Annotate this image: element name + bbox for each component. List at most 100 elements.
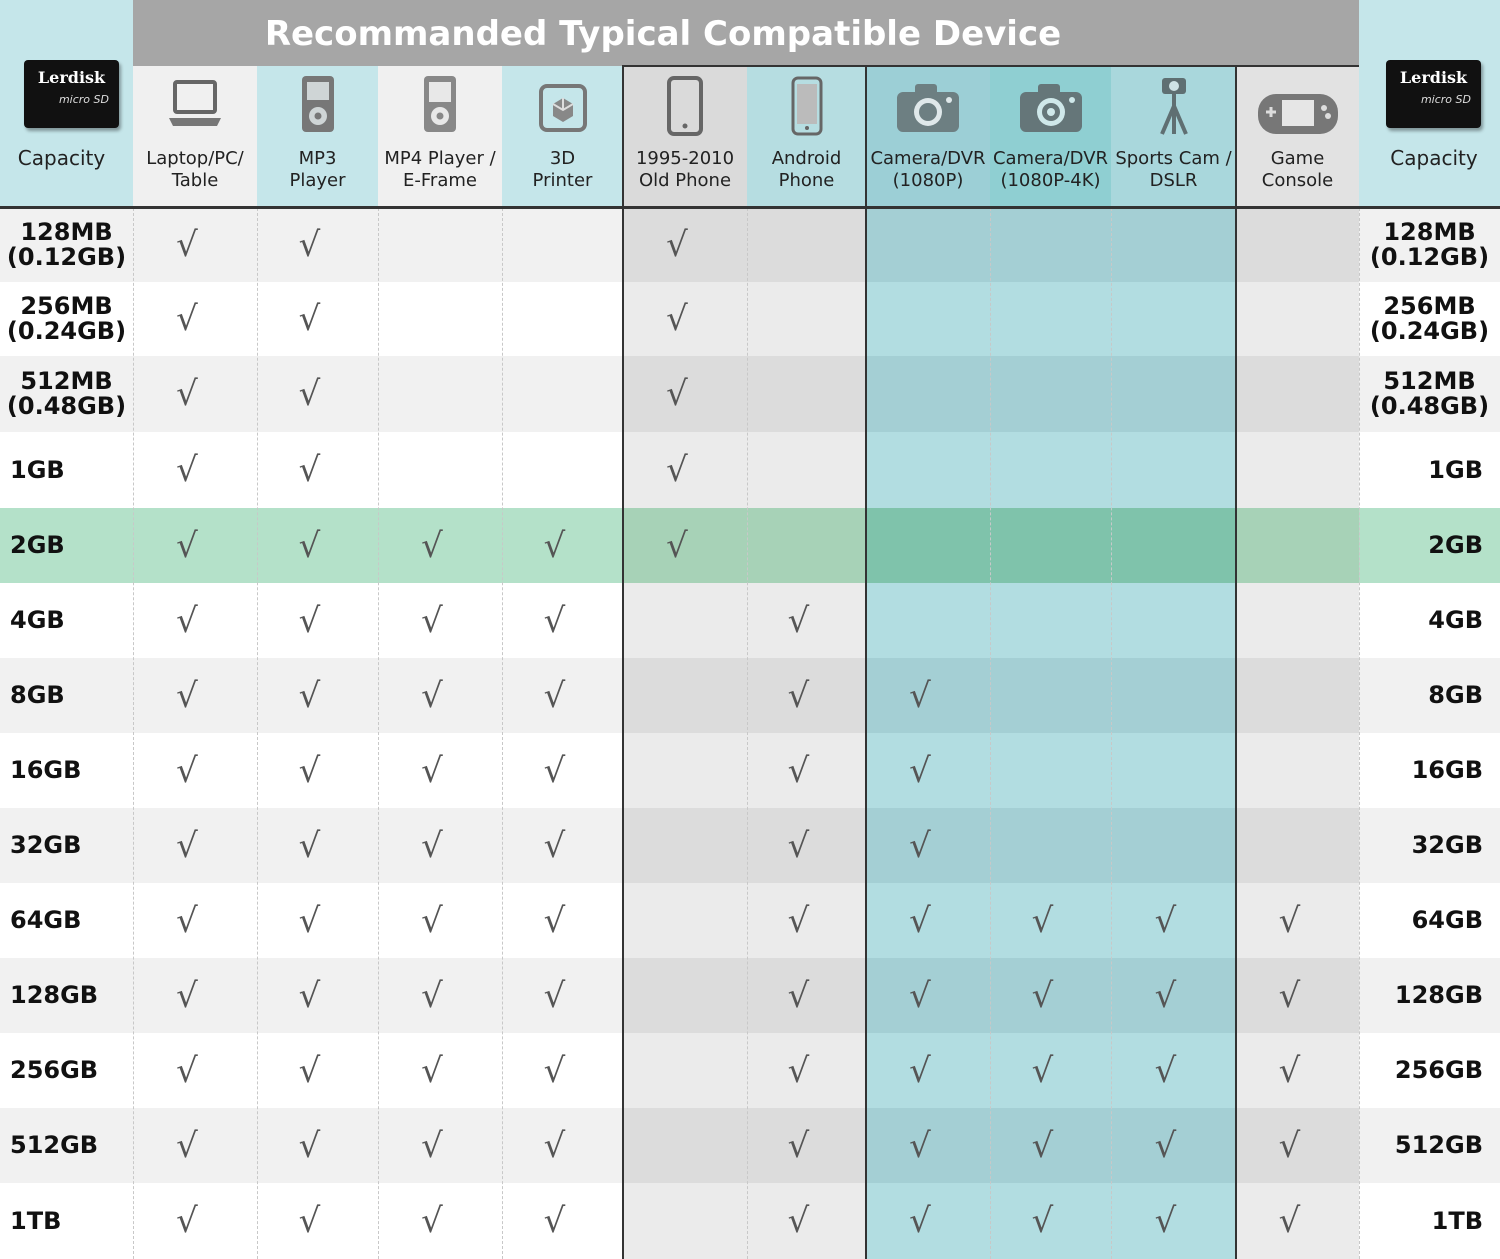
check-mark: √ bbox=[421, 975, 443, 1016]
capacity-label-left: 256GB bbox=[10, 1056, 99, 1084]
capacity-label-right: 2GB bbox=[1428, 531, 1483, 559]
check-mark: √ bbox=[421, 1125, 443, 1166]
micro-sd-mark: micro SD bbox=[58, 93, 109, 106]
check-mark: √ bbox=[176, 1050, 198, 1091]
table-cell bbox=[990, 808, 1111, 883]
check-mark: √ bbox=[1031, 1050, 1054, 1091]
table-cell bbox=[747, 282, 866, 356]
3d-printer-icon bbox=[502, 80, 623, 144]
table-cell bbox=[623, 1183, 747, 1259]
check-mark: √ bbox=[909, 825, 931, 866]
check-mark: √ bbox=[298, 374, 321, 414]
capacity-label-right: 256GB bbox=[1394, 1056, 1483, 1084]
capacity-label-right: 128GB bbox=[1394, 981, 1483, 1009]
capacity-label-right: 512MB (0.48GB) bbox=[1369, 367, 1490, 420]
device-label: 3D Printer bbox=[532, 148, 593, 191]
table-cell bbox=[990, 356, 1111, 432]
device-label: Sports Cam / DSLR bbox=[1115, 148, 1232, 191]
table-cell bbox=[990, 583, 1111, 658]
check-mark: √ bbox=[1031, 1125, 1054, 1166]
table-cell bbox=[1111, 208, 1236, 282]
table-cell bbox=[623, 883, 747, 958]
capacity-label-left: 512MB (0.48GB) bbox=[6, 367, 127, 420]
check-mark: √ bbox=[1154, 1201, 1177, 1241]
check-mark: √ bbox=[1278, 975, 1301, 1016]
check-mark: √ bbox=[787, 975, 810, 1016]
check-mark: √ bbox=[787, 675, 810, 716]
check-mark: √ bbox=[543, 750, 566, 791]
table-cell bbox=[990, 733, 1111, 808]
check-mark: √ bbox=[666, 225, 688, 265]
device-label: Game Console bbox=[1261, 148, 1334, 191]
capacity-header-left: Capacity bbox=[17, 146, 106, 170]
check-mark: √ bbox=[298, 1125, 321, 1166]
capacity-label-left: 1GB bbox=[10, 455, 65, 484]
check-mark: √ bbox=[1154, 975, 1177, 1016]
brand-text: Lerdisk bbox=[37, 68, 106, 87]
check-mark: √ bbox=[176, 825, 198, 866]
capacity-label-right: 1TB bbox=[1431, 1206, 1483, 1235]
check-mark: √ bbox=[176, 600, 198, 641]
device-label: 1995-2010 Old Phone bbox=[635, 148, 735, 191]
column-divider bbox=[257, 208, 258, 1259]
table-cell bbox=[1236, 808, 1359, 883]
column-divider bbox=[133, 208, 134, 1259]
check-mark: √ bbox=[909, 975, 931, 1016]
table-cell bbox=[1111, 432, 1236, 508]
table-cell bbox=[990, 432, 1111, 508]
check-mark: √ bbox=[421, 675, 443, 716]
check-mark: √ bbox=[298, 600, 321, 641]
game-console-icon bbox=[1236, 90, 1359, 154]
table-cell bbox=[990, 208, 1111, 282]
check-mark: √ bbox=[176, 900, 198, 941]
sd-card-logo-right: Lerdisk micro SD bbox=[1386, 60, 1481, 128]
laptop-icon bbox=[133, 74, 257, 138]
check-mark: √ bbox=[421, 750, 443, 791]
check-mark: √ bbox=[421, 825, 443, 866]
capacity-label-left: 16GB bbox=[10, 756, 82, 784]
check-mark: √ bbox=[176, 975, 198, 1016]
check-mark: √ bbox=[666, 374, 688, 414]
table-cell bbox=[623, 658, 747, 733]
capacity-label-right: 16GB bbox=[1411, 756, 1483, 784]
capacity-label-right: 128MB (0.12GB) bbox=[1369, 218, 1490, 271]
check-mark: √ bbox=[1278, 1201, 1301, 1241]
column-divider bbox=[502, 208, 503, 1259]
capacity-label-left: 256MB (0.24GB) bbox=[6, 292, 127, 345]
check-mark: √ bbox=[909, 675, 931, 716]
check-mark: √ bbox=[1031, 975, 1054, 1016]
table-cell bbox=[1236, 508, 1359, 583]
check-mark: √ bbox=[1278, 1050, 1301, 1091]
table-cell bbox=[623, 583, 747, 658]
compatibility-chart: Recommanded Typical Compatible Device Ler… bbox=[0, 0, 1500, 1259]
table-cell bbox=[1111, 733, 1236, 808]
check-mark: √ bbox=[787, 1125, 810, 1166]
table-cell bbox=[1236, 432, 1359, 508]
table-cell bbox=[866, 282, 990, 356]
table-cell bbox=[623, 1033, 747, 1108]
capacity-label-left: 2GB bbox=[10, 531, 65, 559]
check-mark: √ bbox=[1031, 900, 1054, 941]
device-label: MP4 Player / E-Frame bbox=[384, 148, 496, 191]
capacity-label-right: 256MB (0.24GB) bbox=[1369, 292, 1490, 345]
table-cell bbox=[1111, 658, 1236, 733]
banner-title: Recommanded Typical Compatible Device bbox=[264, 14, 1062, 54]
group-divider bbox=[865, 66, 867, 1259]
check-mark: √ bbox=[298, 675, 321, 716]
mp4-player-icon bbox=[378, 74, 502, 138]
old-phone-icon bbox=[623, 76, 747, 140]
table-cell bbox=[747, 356, 866, 432]
check-mark: √ bbox=[909, 900, 931, 941]
table-cell bbox=[378, 282, 502, 356]
check-mark: √ bbox=[909, 750, 931, 791]
capacity-label-left: 1TB bbox=[10, 1206, 62, 1235]
check-mark: √ bbox=[298, 525, 321, 566]
table-cell bbox=[502, 356, 623, 432]
group-divider bbox=[622, 66, 624, 1259]
check-mark: √ bbox=[787, 825, 810, 866]
check-mark: √ bbox=[421, 525, 443, 566]
check-mark: √ bbox=[176, 675, 198, 716]
table-cell bbox=[1236, 658, 1359, 733]
capacity-label-right: 32GB bbox=[1411, 831, 1483, 859]
column-divider bbox=[378, 208, 379, 1259]
